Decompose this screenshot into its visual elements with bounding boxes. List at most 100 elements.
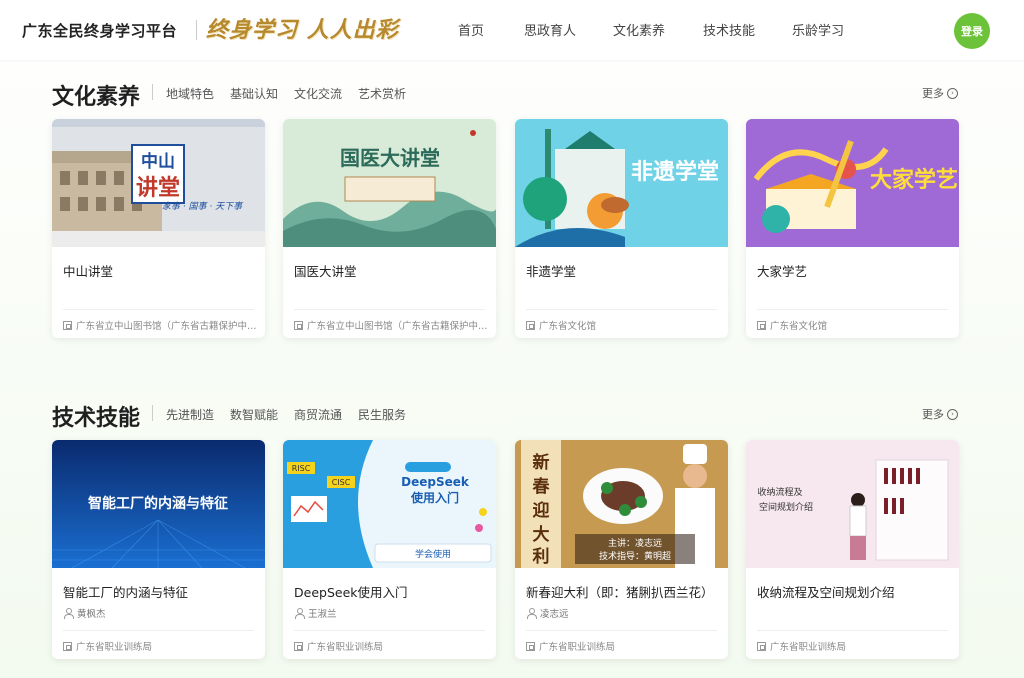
building-icon [294,641,303,651]
building-icon [526,320,535,330]
section-divider [152,405,153,421]
course-card[interactable]: 新 春 迎 大 利 主讲：凌志远 技术指导：黄明超 新春迎大利（即：猪脷扒西兰花… [515,440,728,659]
org-label: 广东省文化馆 [770,321,828,332]
thumb-tag: 学会使用 [415,548,451,560]
tab-manufacturing[interactable]: 先进制造 [166,406,214,423]
card-divider [294,309,485,310]
thumb-label: CISC [332,478,351,487]
section-title-culture: 文化素养 [52,85,141,110]
login-button[interactable]: 登录 [954,13,990,49]
top-header: 广东全民终身学习平台 终身学习 人人出彩 首页 思政育人 文化素养 技术技能 乐… [0,0,1024,60]
section-divider [152,84,153,100]
course-title: DeepSeek使用入门 [294,585,408,600]
course-thumbnail: RISC CISC DeepSeek 使用入门 学会使用 [283,440,496,568]
nav-skills[interactable]: 技术技能 [703,20,755,39]
thumb-caption: 智能工厂的内涵与特征 [87,495,228,512]
tab-exchange[interactable]: 文化交流 [294,85,342,102]
thumb-caption: 新 [533,452,550,473]
org-label: 广东省职业训练局 [539,642,616,653]
course-title: 国医大讲堂 [294,264,357,279]
tab-regional[interactable]: 地域特色 [166,85,214,102]
tab-basic[interactable]: 基础认知 [230,85,278,102]
nav-ideology[interactable]: 思政育人 [524,20,576,39]
course-title: 收纳流程及空间规划介绍 [757,585,895,600]
course-card[interactable]: 非遗学堂 非遗学堂 广东省文化馆 [515,119,728,338]
card-divider [63,630,254,631]
thumb-caption: 国医大讲堂 [340,146,440,170]
course-title: 智能工厂的内涵与特征 [63,585,189,600]
course-thumbnail: 中山 讲堂 家事 · 国事 · 天下事 [52,119,265,247]
course-title: 中山讲堂 [63,264,114,279]
course-org: 广东省立中山图书馆（广东省古籍保护中… [63,318,258,332]
more-label: 更多 [922,87,944,100]
nav-culture[interactable]: 文化素养 [613,20,665,39]
org-label: 广东省职业训练局 [76,642,153,653]
course-card[interactable]: 收纳流程及 空间规划介绍 收纳流程及空间规划介绍 广东省职业训练局 [746,440,959,659]
course-org: 广东省立中山图书馆（广东省古籍保护中… [294,318,489,332]
more-link-skills[interactable]: 更多 › [922,406,958,422]
course-org: 广东省职业训练局 [757,639,952,653]
thumb-caption: 春 [533,476,550,497]
course-lecturer: 王淑兰 [294,606,337,620]
tab-commerce[interactable]: 商贸流通 [294,406,342,423]
tab-livelihood[interactable]: 民生服务 [358,406,406,423]
org-label: 广东省职业训练局 [307,642,384,653]
card-divider [757,630,948,631]
course-thumbnail: 大家学艺 [746,119,959,247]
course-card[interactable]: 中山 讲堂 家事 · 国事 · 天下事 中山讲堂 广东省立中山图书馆（广东省古籍… [52,119,265,338]
course-thumbnail: 收纳流程及 空间规划介绍 [746,440,959,568]
building-icon [63,320,72,330]
course-lecturer: 黄枫杰 [63,606,106,620]
arrow-right-icon: › [947,408,958,420]
course-thumbnail: 国医大讲堂 [283,119,496,247]
arrow-right-icon: › [947,87,958,99]
more-link-culture[interactable]: 更多 › [922,85,958,101]
card-divider [294,630,485,631]
thumb-line: 主讲：凌志远 [608,537,662,549]
thumb-caption: 空间规划介绍 [759,501,813,513]
course-card[interactable]: 大家学艺 大家学艺 广东省文化馆 [746,119,959,338]
nav-senior[interactable]: 乐龄学习 [792,20,844,39]
card-divider [526,309,717,310]
course-thumbnail: 新 春 迎 大 利 主讲：凌志远 技术指导：黄明超 [515,440,728,568]
course-org: 广东省文化馆 [757,318,952,332]
lecturer-name: 黄枫杰 [77,609,106,620]
course-thumbnail: 智能工厂的内涵与特征 [52,440,265,568]
main-nav: 首页 思政育人 文化素养 技术技能 乐龄学习 [0,20,1024,40]
card-divider [63,309,254,310]
building-icon [757,320,766,330]
thumb-caption: 大 [533,524,550,545]
building-icon [757,641,766,651]
course-thumbnail: 非遗学堂 [515,119,728,247]
building-icon [294,320,303,330]
building-icon [526,641,535,651]
user-icon [63,608,74,619]
thumb-caption: 使用入门 [410,490,459,505]
course-org: 广东省文化馆 [526,318,721,332]
course-org: 广东省职业训练局 [526,639,721,653]
user-icon [526,608,537,619]
course-org: 广东省职业训练局 [294,639,489,653]
org-label: 广东省立中山图书馆（广东省古籍保护中… [76,321,257,332]
nav-home[interactable]: 首页 [458,20,484,39]
course-title: 非遗学堂 [526,264,577,279]
card-divider [526,630,717,631]
org-label: 广东省立中山图书馆（广东省古籍保护中… [307,321,488,332]
course-title: 新春迎大利（即：猪脷扒西兰花） [526,585,714,600]
thumb-caption: 非遗学堂 [631,159,719,185]
thumb-caption: 中山 [141,151,175,172]
tab-digital[interactable]: 数智赋能 [230,406,278,423]
course-title: 大家学艺 [757,264,808,279]
tab-art[interactable]: 艺术赏析 [358,85,406,102]
building-icon [63,641,72,651]
lecturer-name: 凌志远 [540,609,569,620]
lecturer-name: 王淑兰 [308,609,337,620]
section-title-skills: 技术技能 [52,406,141,431]
course-org: 广东省职业训练局 [63,639,258,653]
thumb-caption: DeepSeek [401,475,470,489]
course-card[interactable]: RISC CISC DeepSeek 使用入门 学会使用 DeepSeek使用入… [283,440,496,659]
thumb-caption: 迎 [533,500,550,521]
thumb-caption: 讲堂 [136,175,180,201]
course-card[interactable]: 智能工厂的内涵与特征 智能工厂的内涵与特征 黄枫杰 广东省职业训练局 [52,440,265,659]
course-card[interactable]: 国医大讲堂 国医大讲堂 广东省立中山图书馆（广东省古籍保护中… [283,119,496,338]
